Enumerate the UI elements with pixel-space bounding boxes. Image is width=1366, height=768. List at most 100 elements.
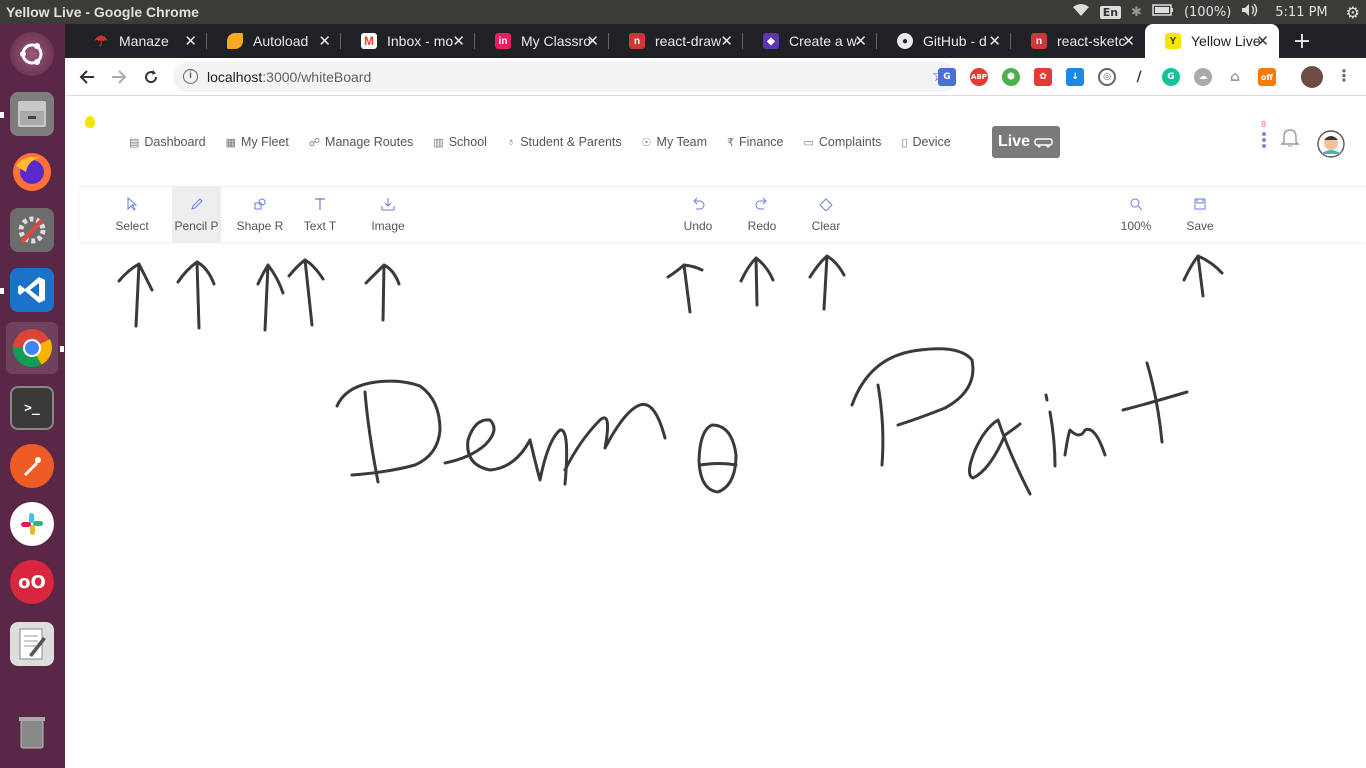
tool-shape[interactable]: Shape R	[234, 187, 286, 243]
user-avatar[interactable]	[1315, 130, 1347, 158]
forward-button[interactable]	[107, 65, 131, 89]
browser-tab[interactable]: ● GitHub - d ✕	[877, 24, 1011, 58]
launcher-vscode[interactable]	[6, 264, 58, 316]
school-icon: ▥	[433, 136, 444, 149]
live-button[interactable]: Live	[992, 126, 1060, 158]
tool-clear[interactable]: Clear	[806, 187, 846, 243]
profile-avatar[interactable]	[1301, 66, 1323, 88]
close-icon[interactable]: ✕	[1256, 32, 1269, 50]
browser-tab[interactable]: in My Classro ✕	[475, 24, 609, 58]
translate-extension-icon[interactable]: G	[938, 68, 956, 86]
adblock-extension-icon[interactable]: ABP	[970, 68, 988, 86]
tool-label: Image	[371, 219, 405, 233]
tool-select[interactable]: Select	[108, 187, 156, 243]
rupee-icon: ₹	[727, 136, 735, 149]
close-icon[interactable]: ✕	[452, 32, 465, 50]
drawing-canvas[interactable]	[65, 242, 1366, 768]
coupon-extension-icon[interactable]: off	[1258, 68, 1276, 86]
arrow-stroke	[739, 256, 775, 307]
volume-icon[interactable]	[1241, 3, 1259, 21]
tool-image[interactable]: Image	[364, 187, 412, 243]
nav-student-parents[interactable]: ♁ Student & Parents	[507, 135, 622, 149]
battery-icon[interactable]	[1152, 4, 1174, 20]
nav-finance[interactable]: ₹ Finance	[727, 135, 783, 149]
invision-icon: in	[495, 33, 511, 49]
nav-school[interactable]: ▥ School	[433, 135, 487, 149]
nav-label: Student & Parents	[520, 135, 622, 149]
browser-tab[interactable]: Autoload ✕	[207, 24, 341, 58]
colorpicker-extension-icon[interactable]: ∕	[1130, 68, 1148, 86]
launcher-ubuntu-dash[interactable]	[6, 28, 58, 80]
reload-button[interactable]	[139, 65, 163, 89]
nav-dashboard[interactable]: ▤ Dashboard	[129, 135, 206, 149]
notification-indicator[interactable]: 8	[1255, 120, 1275, 152]
site-info-icon[interactable]: i	[183, 69, 198, 84]
launcher-firefox[interactable]	[6, 146, 58, 198]
launcher-postman[interactable]	[6, 440, 58, 492]
launcher-trash[interactable]	[6, 706, 58, 758]
nav-label: Dashboard	[144, 135, 206, 149]
bluetooth-icon[interactable]: ✱	[1131, 5, 1142, 20]
close-icon[interactable]: ✕	[184, 32, 197, 50]
launcher-system-settings[interactable]	[6, 204, 58, 256]
tool-zoom[interactable]: 100%	[1116, 187, 1156, 243]
tool-pencil[interactable]: Pencil P	[172, 187, 221, 243]
target-extension-icon[interactable]: ◎	[1098, 68, 1116, 86]
close-icon[interactable]: ✕	[586, 32, 599, 50]
node-extension-icon[interactable]: ⬢	[1002, 68, 1020, 86]
arrow-left-icon	[79, 70, 94, 84]
settings-gear-icon[interactable]: ⚙	[1346, 3, 1360, 22]
tool-label: Save	[1186, 219, 1214, 233]
cube-icon: ◆	[763, 33, 779, 49]
browser-tab[interactable]: n react-sketc ✕	[1011, 24, 1145, 58]
tool-redo[interactable]: Redo	[742, 187, 782, 243]
browser-tab-active[interactable]: Y Yellow Live ✕	[1145, 24, 1279, 58]
bus-icon: ▦	[225, 136, 236, 149]
launcher-chrome[interactable]	[6, 322, 58, 374]
reload-icon	[145, 70, 158, 84]
close-icon[interactable]: ✕	[988, 32, 1001, 50]
npm-icon: n	[1031, 33, 1047, 49]
nav-device[interactable]: ▯ Device	[901, 135, 950, 149]
launcher-terminal[interactable]: >_	[6, 382, 58, 434]
tool-save[interactable]: Save	[1180, 187, 1220, 243]
address-bar[interactable]: i localhost:3000/whiteBoard ☆	[173, 62, 957, 92]
umbrella-icon: ☂	[94, 33, 108, 50]
red-extension-icon[interactable]: ✿	[1034, 68, 1052, 86]
wifi-icon[interactable]	[1072, 3, 1090, 21]
download-extension-icon[interactable]: ↓	[1066, 68, 1084, 86]
launcher-slack[interactable]	[6, 498, 58, 550]
nav-label: Manage Routes	[325, 135, 414, 149]
close-icon[interactable]: ✕	[1122, 32, 1135, 50]
more-vert-icon[interactable]: ⋮	[1335, 66, 1353, 85]
close-icon[interactable]: ✕	[854, 32, 867, 50]
tab-label: react-draw	[655, 33, 722, 49]
redo-icon	[755, 197, 769, 215]
handwriting-stroke	[363, 390, 380, 484]
nav-my-fleet[interactable]: ▦ My Fleet	[226, 135, 289, 149]
cloud-extension-icon[interactable]: ☁	[1194, 68, 1212, 86]
tool-undo[interactable]: Undo	[678, 187, 718, 243]
yellow-live-logo[interactable]	[85, 116, 95, 128]
keyboard-layout-indicator[interactable]: En	[1099, 5, 1122, 19]
back-button[interactable]	[75, 65, 99, 89]
browser-tab[interactable]: M Inbox - mo ✕	[341, 24, 475, 58]
browser-tab[interactable]: ☂ Manaze ✕	[73, 24, 207, 58]
tool-text[interactable]: Text T	[302, 187, 338, 243]
browser-tab[interactable]: ◆ Create a w ✕	[743, 24, 877, 58]
new-tab-button[interactable]: +	[1285, 24, 1319, 58]
cart-extension-icon[interactable]: ⌂	[1226, 68, 1244, 86]
whiteboard-toolbar: Select Pencil P Shape R Text T Image Und…	[80, 186, 1366, 243]
grammarly-extension-icon[interactable]: G	[1162, 68, 1180, 86]
launcher-remote-app[interactable]: oO	[6, 556, 58, 608]
browser-tab[interactable]: n react-draw ✕	[609, 24, 743, 58]
launcher-text-editor[interactable]	[6, 618, 58, 670]
nav-complaints[interactable]: ▭ Complaints	[804, 135, 882, 149]
launcher-files[interactable]	[6, 88, 58, 140]
close-icon[interactable]: ✕	[318, 32, 331, 50]
nav-my-team[interactable]: ☉ My Team	[642, 135, 707, 149]
clock[interactable]: 5:11 PM	[1275, 5, 1327, 20]
bell-icon[interactable]	[1280, 128, 1300, 152]
close-icon[interactable]: ✕	[720, 32, 733, 50]
nav-manage-routes[interactable]: ☍ Manage Routes	[309, 135, 413, 149]
